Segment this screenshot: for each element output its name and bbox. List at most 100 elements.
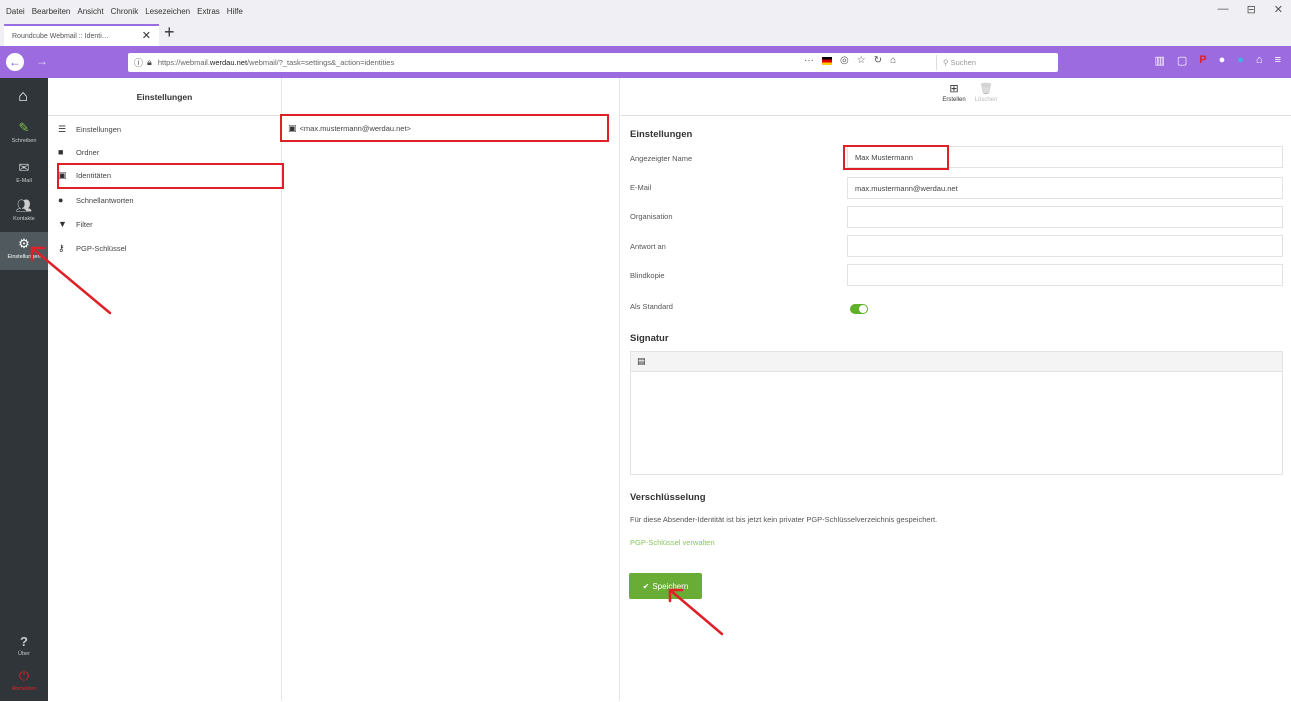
settings-item-pgp[interactable]: ⚷ PGP-Schlüssel: [58, 238, 278, 258]
menu-lesezeichen[interactable]: Lesezeichen: [145, 7, 190, 16]
nav-mail-label: E-Mail: [16, 178, 32, 184]
url-domain: werdau.net: [209, 58, 248, 67]
settings-item-label: Einstellungen: [76, 124, 122, 134]
settings-item-label: PGP-Schlüssel: [76, 243, 127, 253]
nav-compose-label: Schreiben: [11, 138, 37, 144]
sync-icon[interactable]: ●: [1237, 54, 1244, 67]
gear-icon: ⚙: [18, 236, 30, 251]
settings-item-filter[interactable]: ▼ Filter: [58, 214, 278, 234]
save-label: Speichern: [652, 581, 689, 591]
power-icon: ⏻: [18, 668, 30, 683]
tab-strip: Roundcube Webmail :: Identi… ✕ +: [0, 22, 1291, 46]
settings-item-label: Ordner: [76, 147, 100, 157]
html-mode-icon[interactable]: ▤: [637, 356, 646, 367]
url-icons: ··· ◎ ☆ ↻ ⌂: [804, 55, 896, 66]
search-placeholder: Suchen: [950, 58, 977, 67]
url-bar[interactable]: ⓘ 🔒︎ https://webmail. werdau.net/webmail/…: [128, 53, 1058, 72]
search-input[interactable]: ⚲ Suchen: [936, 55, 1186, 70]
page-actions-icon[interactable]: ···: [804, 55, 814, 66]
comment-icon: ●: [58, 195, 64, 205]
contacts-icon: 👥︎: [15, 198, 33, 213]
nav-about[interactable]: ? Über: [0, 630, 48, 668]
browser-menubar: Datei Bearbeiten Ansicht Chronik Lesezei…: [0, 0, 1291, 22]
home-icon[interactable]: ⌂: [890, 55, 896, 66]
sliders-icon: ☰: [58, 123, 67, 134]
section-title-settings: Einstellungen: [630, 129, 693, 140]
folder-icon: ■: [58, 147, 64, 157]
window-controls: — ⊟ ✕: [1218, 3, 1283, 16]
hamburger-menu-icon[interactable]: ≡: [1275, 54, 1281, 67]
name-field[interactable]: Max Mustermann: [847, 146, 1283, 168]
url-suffix: /webmail/?_task=settings&_action=identit…: [247, 58, 395, 67]
reply-to-field[interactable]: [847, 235, 1283, 257]
encryption-info-text: Für diese Absender-Identität ist bis jet…: [630, 515, 938, 524]
settings-item-preferences[interactable]: ☰ Einstellungen: [58, 119, 278, 139]
browser-toolbar-icons: ▥ ▢ P ● ● ⌂ ≡: [1154, 54, 1281, 67]
sidebar-icon[interactable]: ▢: [1177, 54, 1187, 67]
default-label: Als Standard: [630, 302, 673, 311]
close-window-button[interactable]: ✕: [1274, 3, 1283, 16]
name-label: Angezeigter Name: [630, 154, 693, 163]
nav-about-label: Über: [18, 651, 30, 657]
language-flag-icon[interactable]: [822, 56, 832, 65]
menu-hilfe[interactable]: Hilfe: [227, 7, 243, 16]
trash-icon: 🗑︎: [979, 83, 993, 95]
roundcube-logo-icon[interactable]: ⌂: [12, 88, 34, 108]
toolbar: ⊞ Erstellen 🗑︎ Löschen: [621, 78, 1291, 116]
library-icon[interactable]: ▥: [1154, 54, 1164, 67]
help-icon: ?: [20, 634, 28, 649]
menu-ansicht[interactable]: Ansicht: [77, 7, 103, 16]
settings-item-folders[interactable]: ■ Ordner: [58, 142, 278, 162]
browser-navbar: ← → ⓘ 🔒︎ https://webmail. werdau.net/webm…: [0, 46, 1291, 78]
nav-mail[interactable]: ✉ E-Mail: [0, 156, 48, 194]
tab-title: Roundcube Webmail :: Identi…: [12, 32, 109, 40]
email-field[interactable]: max.mustermann@werdau.net: [847, 177, 1283, 199]
settings-item-responses[interactable]: ● Schnellantworten: [58, 190, 278, 210]
nav-compose[interactable]: ✎ Schreiben: [0, 116, 48, 154]
filter-icon: ▼: [58, 219, 67, 229]
menu-extras[interactable]: Extras: [197, 7, 220, 16]
pocket-icon[interactable]: ◎: [840, 55, 849, 66]
signature-toolbar: ▤: [631, 352, 1282, 372]
settings-item-identities[interactable]: ▣ Identitäten: [58, 165, 278, 185]
new-tab-icon[interactable]: +: [164, 22, 175, 43]
back-icon[interactable]: ←: [6, 53, 24, 71]
browser-tab[interactable]: Roundcube Webmail :: Identi… ✕: [4, 24, 159, 46]
default-toggle[interactable]: [850, 304, 868, 314]
pdf-extension-icon[interactable]: P: [1199, 54, 1206, 67]
maximize-button[interactable]: ⊟: [1247, 3, 1256, 16]
identity-edit-panel: ⊞ Erstellen 🗑︎ Löschen Einstellungen Ang…: [621, 78, 1291, 701]
settings-header: Einstellungen: [48, 78, 281, 116]
bcc-label: Blindkopie: [630, 271, 665, 280]
nav-logout-label: Abmelden: [11, 686, 37, 692]
signature-editor[interactable]: ▤: [630, 351, 1283, 475]
check-icon: ✔: [642, 581, 650, 591]
menu-chronik[interactable]: Chronik: [111, 7, 139, 16]
minimize-button[interactable]: —: [1218, 3, 1229, 16]
close-tab-icon[interactable]: ✕: [142, 29, 151, 42]
delete-label: Löschen: [974, 97, 998, 103]
app-sidebar: ⌂ ✎ Schreiben ✉ E-Mail 👥︎ Kontakte ⚙ Ein…: [0, 78, 48, 701]
id-card-icon: ▣: [58, 169, 67, 180]
bcc-field[interactable]: [847, 264, 1283, 286]
extension-icon[interactable]: ●: [1219, 54, 1226, 67]
forward-icon[interactable]: →: [36, 54, 48, 68]
nav-settings[interactable]: ⚙ Einstellungen: [0, 232, 48, 270]
manage-pgp-link[interactable]: PGP-Schlüssel verwalten: [630, 538, 715, 547]
organisation-field[interactable]: [847, 206, 1283, 228]
bookmark-star-icon[interactable]: ☆: [857, 55, 866, 66]
save-button[interactable]: ✔ Speichern: [629, 573, 702, 599]
identity-list-item[interactable]: ▣ <max.mustermann@werdau.net>: [282, 116, 620, 140]
nav-contacts[interactable]: 👥︎ Kontakte: [0, 194, 48, 232]
delete-button[interactable]: 🗑︎ Löschen: [966, 82, 1006, 103]
nav-logout[interactable]: ⏻ Abmelden: [0, 664, 48, 702]
menu-datei[interactable]: Datei: [6, 7, 25, 16]
home-toolbar-icon[interactable]: ⌂: [1256, 54, 1263, 67]
section-title-signature: Signatur: [630, 333, 669, 344]
info-icon[interactable]: ⓘ: [134, 56, 143, 69]
reload-icon[interactable]: ↻: [874, 55, 882, 66]
lock-icon: 🔒︎: [147, 57, 152, 67]
email-label: E-Mail: [630, 183, 652, 192]
menu-bearbeiten[interactable]: Bearbeiten: [32, 7, 71, 16]
url-prefix: https://webmail.: [157, 58, 210, 67]
